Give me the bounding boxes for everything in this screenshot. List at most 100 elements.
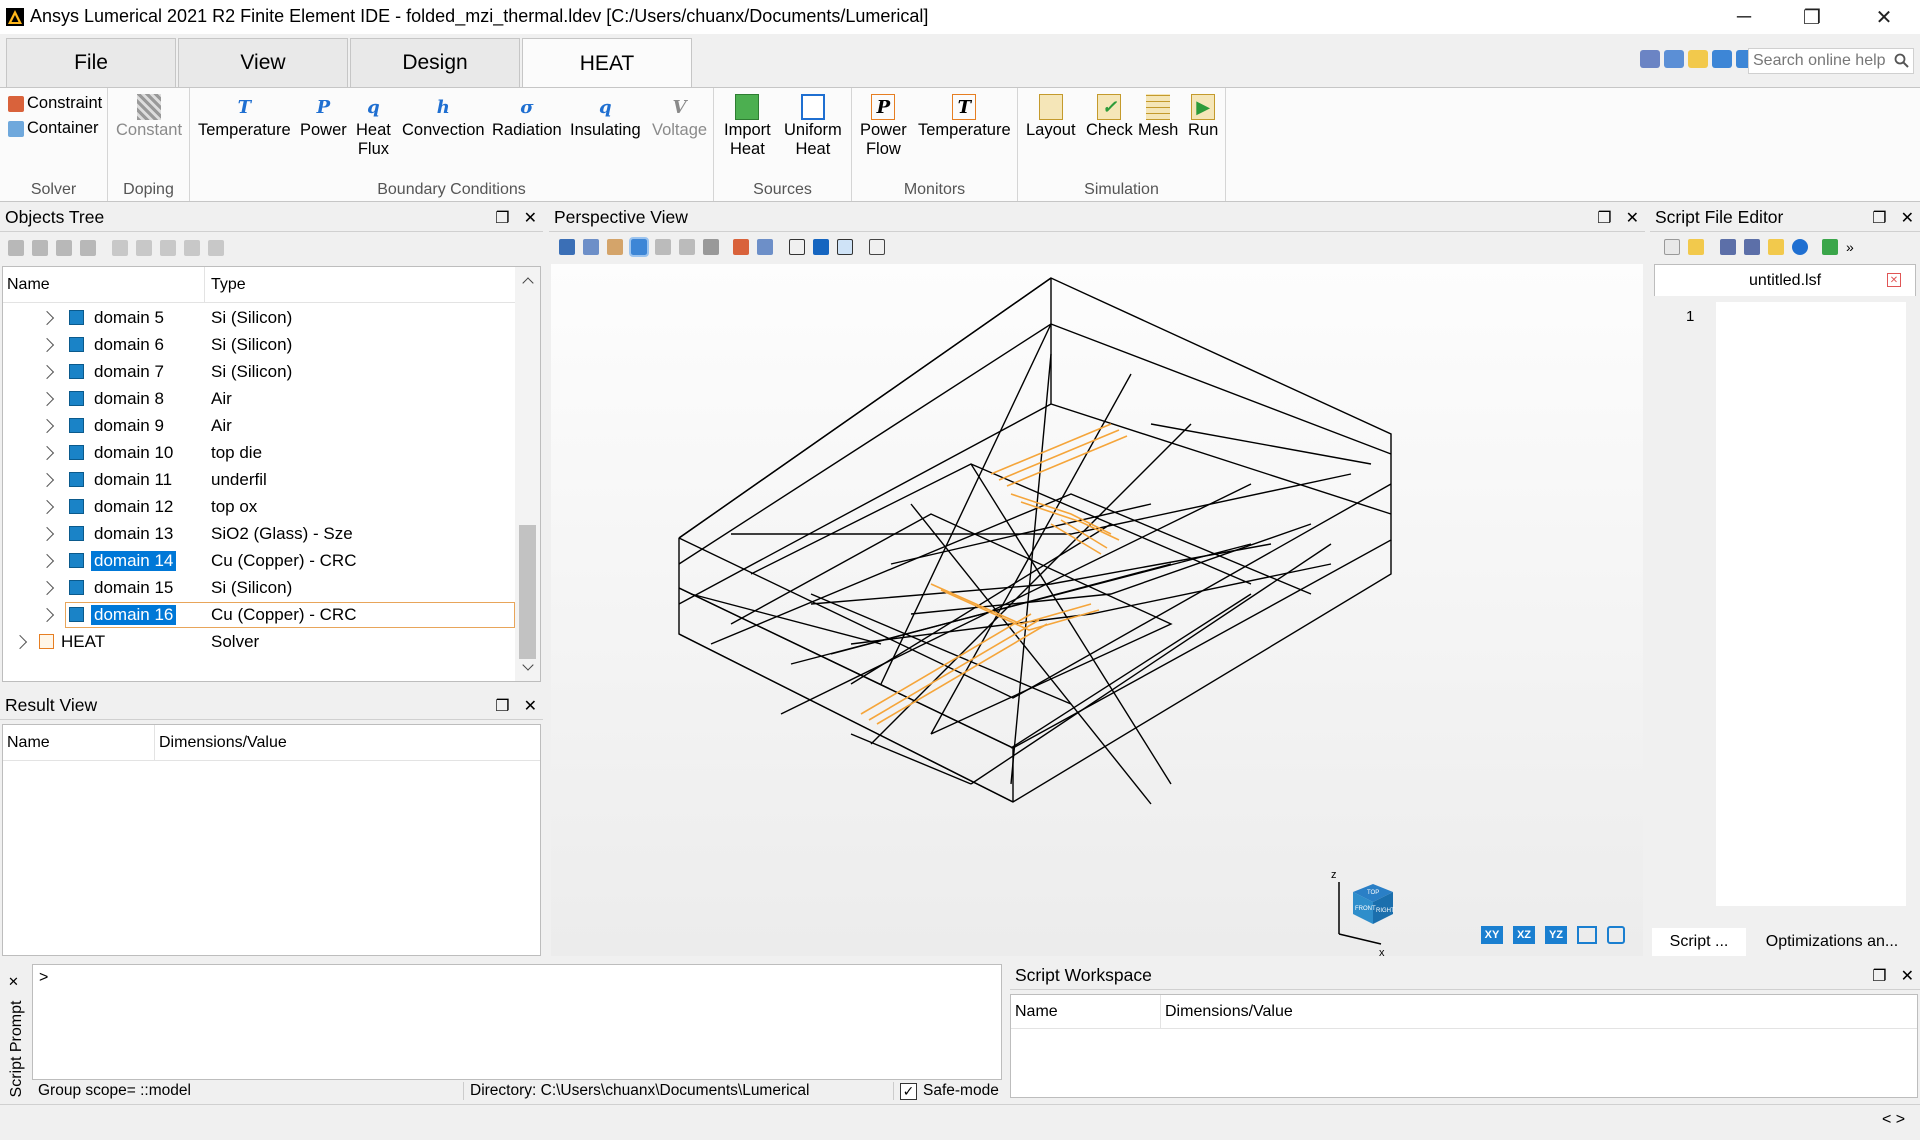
expand-chevron-icon[interactable] <box>39 607 55 623</box>
move-left-icon[interactable] <box>56 240 72 256</box>
expand-chevron-icon[interactable] <box>39 391 55 407</box>
tree-row[interactable]: domain 8 Air <box>3 388 513 410</box>
safe-mode-checkbox[interactable]: ✓ Safe-mode <box>894 1082 999 1100</box>
tree-row[interactable]: domain 5 Si (Silicon) <box>3 307 513 329</box>
screenshot-icon[interactable] <box>869 239 885 255</box>
edit-icon[interactable] <box>112 240 128 256</box>
expand-chevron-icon[interactable] <box>39 445 55 461</box>
column-type[interactable]: Type <box>205 276 246 294</box>
move-down-icon[interactable] <box>32 240 48 256</box>
measure-icon[interactable] <box>703 239 719 255</box>
rotate-icon[interactable] <box>629 237 649 257</box>
zoom-extent-icon[interactable] <box>733 239 749 255</box>
expand-chevron-icon[interactable] <box>39 580 55 596</box>
constant-button[interactable]: Constant <box>116 94 182 140</box>
temperature-bc-button[interactable]: T Temperature <box>198 94 291 140</box>
users-icon[interactable] <box>1664 50 1684 68</box>
import-heat-button[interactable]: Import Heat <box>724 94 771 159</box>
tree-scrollbar[interactable] <box>515 267 540 681</box>
power-flow-button[interactable]: P Power Flow <box>860 94 907 159</box>
tree-row[interactable]: domain 10 top die <box>3 442 513 464</box>
move-up-icon[interactable] <box>8 240 24 256</box>
run-script-icon[interactable] <box>1822 239 1838 255</box>
axis-gizmo[interactable]: z x TOP FRONT RIGHT <box>1321 864 1421 964</box>
lock-view-icon[interactable] <box>1607 926 1625 944</box>
view-yz-button[interactable]: YZ <box>1545 926 1567 944</box>
close-window-button[interactable]: ✕ <box>1856 0 1912 34</box>
3d-viewport[interactable]: z x TOP FRONT RIGHT <box>551 264 1643 959</box>
tab-optimizations[interactable]: Optimizations an... <box>1746 928 1918 956</box>
expand-chevron-icon[interactable] <box>39 553 55 569</box>
save-file-icon[interactable] <box>1720 239 1736 255</box>
temperature-monitor-button[interactable]: T Temperature <box>918 94 1011 140</box>
view-3d-icon[interactable] <box>1577 926 1597 944</box>
heat-flux-button[interactable]: q Heat Flux <box>356 94 391 159</box>
power-bc-button[interactable]: P Power <box>300 94 347 140</box>
search-icon[interactable] <box>1894 53 1910 69</box>
expand-chevron-icon[interactable] <box>12 634 28 650</box>
uniform-heat-button[interactable]: Uniform Heat <box>784 94 842 159</box>
tab-heat[interactable]: HEAT <box>522 38 692 88</box>
column-value[interactable]: Dimensions/Value <box>1161 1003 1293 1021</box>
refresh-icon[interactable] <box>1792 239 1808 255</box>
tree-row[interactable]: domain 11 underfil <box>3 469 513 491</box>
run-button[interactable]: ▶ Run <box>1188 94 1218 140</box>
delete-icon[interactable] <box>208 240 224 256</box>
tab-file[interactable]: File <box>6 38 176 87</box>
column-value[interactable]: Dimensions/Value <box>155 734 287 752</box>
column-name[interactable]: Name <box>3 267 205 302</box>
undock-icon[interactable]: ❐ <box>495 696 509 716</box>
save-icon[interactable] <box>1640 50 1660 68</box>
close-panel-icon[interactable]: ✕ <box>1626 208 1639 228</box>
maximize-button[interactable]: ❐ <box>1784 0 1840 34</box>
zoom-region-icon[interactable] <box>757 239 773 255</box>
expand-chevron-icon[interactable] <box>39 364 55 380</box>
tree-row[interactable]: domain 12 top ox <box>3 496 513 518</box>
move-icon[interactable] <box>679 239 695 255</box>
tree-row[interactable]: domain 14 Cu (Copper) - CRC <box>3 550 513 572</box>
column-name[interactable]: Name <box>3 725 155 760</box>
undock-icon[interactable]: ❐ <box>1872 208 1886 228</box>
new-file-icon[interactable] <box>1664 239 1680 255</box>
close-tab-icon[interactable]: ✕ <box>1887 273 1901 287</box>
column-name[interactable]: Name <box>1011 995 1161 1028</box>
container-button[interactable]: Container <box>8 119 99 138</box>
check-button[interactable]: ✓ Check <box>1086 94 1133 140</box>
ruler-icon[interactable] <box>655 239 671 255</box>
mesh-button[interactable]: Mesh <box>1138 94 1178 140</box>
zoom-icon[interactable] <box>583 239 599 255</box>
close-panel-icon[interactable]: ✕ <box>524 696 537 716</box>
view-xz-button[interactable]: XZ <box>1513 926 1535 944</box>
convection-button[interactable]: h Convection <box>402 94 485 140</box>
expand-chevron-icon[interactable] <box>39 337 55 353</box>
expand-chevron-icon[interactable] <box>39 310 55 326</box>
scroll-down-icon[interactable] <box>522 659 534 671</box>
tree-row[interactable]: domain 15 Si (Silicon) <box>3 577 513 599</box>
tree-row[interactable]: domain 6 Si (Silicon) <box>3 334 513 356</box>
more-icon[interactable]: » <box>1846 239 1854 255</box>
undock-icon[interactable]: ❐ <box>1597 208 1611 228</box>
voltage-button[interactable]: V Voltage <box>652 94 707 140</box>
undock-icon[interactable]: ❐ <box>495 208 509 228</box>
close-panel-icon[interactable]: ✕ <box>524 208 537 228</box>
tree-row-heat-solver[interactable]: HEAT Solver <box>3 631 513 653</box>
expand-chevron-icon[interactable] <box>39 418 55 434</box>
tree-row[interactable]: domain 7 Si (Silicon) <box>3 361 513 383</box>
select-pointer-icon[interactable] <box>559 239 575 255</box>
file-tab-untitled[interactable]: untitled.lsf ✕ <box>1654 264 1916 296</box>
array-icon[interactable] <box>184 240 200 256</box>
constraint-button[interactable]: Constraint <box>8 94 102 113</box>
tree-row[interactable]: domain 9 Air <box>3 415 513 437</box>
minimize-button[interactable]: ─ <box>1716 0 1772 34</box>
insulating-button[interactable]: q Insulating <box>570 94 641 140</box>
transparent-box-icon[interactable] <box>837 239 853 255</box>
save-as-icon[interactable] <box>1744 239 1760 255</box>
tab-view[interactable]: View <box>178 38 348 87</box>
wireframe-box-icon[interactable] <box>789 239 805 255</box>
tree-row[interactable]: domain 13 SiO2 (Glass) - Sze <box>3 523 513 545</box>
tab-script[interactable]: Script ... <box>1652 928 1746 956</box>
group-icon[interactable] <box>160 240 176 256</box>
tab-design[interactable]: Design <box>350 38 520 87</box>
undock-icon[interactable]: ❐ <box>1872 966 1886 986</box>
scroll-up-icon[interactable] <box>522 277 534 289</box>
